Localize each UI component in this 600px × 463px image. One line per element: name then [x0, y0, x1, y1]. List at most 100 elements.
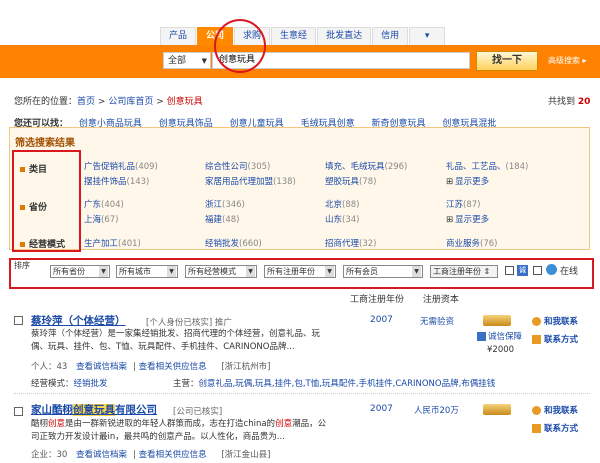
card-icon	[532, 335, 541, 344]
member-badge-icon	[483, 315, 511, 326]
result-capital: 无需验资	[420, 317, 455, 327]
breadcrumb-company-home-link[interactable]: 公司库首页	[108, 97, 153, 107]
filter-option[interactable]: 广告促销礼品(409)	[84, 160, 158, 172]
contact-info-button[interactable]: 联系方式	[532, 422, 578, 434]
chat-icon	[532, 317, 541, 326]
online-checkbox[interactable]	[533, 266, 542, 275]
filter-option[interactable]: 北京(88)	[325, 198, 359, 210]
result-title-link[interactable]: 蔡玲萍（个体经营）	[31, 313, 126, 328]
chevron-down-icon: ▼	[201, 57, 207, 65]
filter-option[interactable]: 塑胶玩具(78)	[325, 175, 376, 187]
result-verification: [公司已核实]	[173, 407, 223, 417]
result-meta: 企业：30 查看诚信档案 | 查看相关供应信息 [浙江金山县]	[31, 450, 271, 460]
chevron-down-icon: ▼	[246, 266, 255, 277]
chevron-down-icon: ▼	[99, 266, 108, 277]
contact-me-button[interactable]: 和我联系	[532, 315, 578, 327]
result-checkbox[interactable]	[14, 316, 23, 325]
result-meta: 个人：43 查看诚信档案 | 查看相关供应信息 [浙江杭州市]	[31, 362, 271, 372]
filter-option[interactable]: 江苏(87)	[446, 198, 480, 210]
result-checkbox[interactable]	[14, 407, 23, 416]
register-year-select[interactable]: 所有注册年份 ▼	[264, 265, 336, 278]
breadcrumb-separator: >	[156, 97, 164, 107]
card-icon	[532, 424, 541, 433]
member-badge-icon	[483, 404, 511, 415]
result-main-products: 主营：创意礼品,玩偶,玩具,挂件,包,T恤,玩具配件,手机挂件,CARINONO…	[173, 379, 496, 389]
breadcrumb: 您所在的位置：首页 > 公司库首页 > 创意玩具	[14, 94, 203, 107]
advanced-search-link[interactable]: 高级搜索 ▸	[548, 55, 587, 66]
filter-option[interactable]: 礼品、工艺品、(184)	[446, 160, 528, 172]
province-select[interactable]: 所有省份 ▼	[50, 265, 110, 278]
result-description: 酷栩创意是由一群新锐进取的年轻人群策而成，志在打造china的创意潮品，公 司正…	[31, 419, 327, 442]
filter-option[interactable]: 浙江(346)	[205, 198, 245, 210]
show-more-province[interactable]: 显示更多	[446, 213, 489, 225]
trust-icon: 诚	[517, 265, 528, 276]
trust-deposit: ¥2000	[487, 345, 515, 355]
result-count-label: 共找到	[548, 97, 576, 107]
member-select[interactable]: 所有会员 ▼	[343, 265, 423, 278]
tab-business[interactable]: 生意经	[271, 27, 317, 45]
tab-wholesale[interactable]: 批发直达	[317, 27, 372, 45]
category-select[interactable]: 全部 ▼	[163, 52, 211, 69]
filter-option[interactable]: 商业服务(76)	[446, 237, 497, 249]
result-year: 2007	[370, 404, 393, 414]
result-business-mode: 经营模式：经销批发	[31, 379, 108, 389]
filter-option[interactable]: 招商代理(32)	[325, 237, 376, 249]
filter-option[interactable]: 填充、毛绒玩具(296)	[325, 160, 407, 172]
trust-guarantee[interactable]: 诚信保障	[477, 330, 522, 342]
sort-register-year-button[interactable]: 工商注册年份 ⇕	[430, 265, 498, 278]
result-title-link[interactable]: 家山酷栩创意玩具有限公司	[31, 402, 157, 417]
business-mode-select[interactable]: 所有经营模式 ▼	[185, 265, 257, 278]
chevron-down-icon: ▼	[325, 266, 334, 277]
result-year: 2007	[370, 315, 393, 325]
column-capital: 注册资本	[422, 295, 459, 305]
result-count: 共找到 20	[548, 94, 590, 107]
filter-option[interactable]: 福建(48)	[205, 213, 239, 225]
result-count-value: 20	[577, 97, 591, 107]
filter-option[interactable]: 摆挂件饰品(143)	[84, 175, 149, 187]
filter-label-province: 省份	[20, 200, 47, 213]
result-verification: [个人身份已核实] 推广	[146, 318, 232, 328]
filter-option[interactable]: 经销批发(660)	[205, 237, 262, 249]
filter-label-business-mode: 经营模式	[20, 237, 65, 250]
online-icon	[546, 264, 557, 275]
tab-credit[interactable]: 信用	[372, 27, 409, 45]
chevron-down-icon: ▼	[412, 266, 421, 277]
filter-label-category: 类目	[20, 162, 47, 175]
sort-label: 排序	[14, 261, 30, 270]
breadcrumb-prefix: 您所在的位置：	[14, 97, 78, 107]
annotation-circle	[214, 19, 266, 73]
contact-me-button[interactable]: 和我联系	[532, 404, 578, 416]
credit-file-link[interactable]: 查看诚信档案	[76, 362, 127, 372]
chat-icon	[532, 406, 541, 415]
filter-option[interactable]: 山东(34)	[325, 213, 359, 225]
filter-panel-title: 筛选搜索结果	[15, 138, 75, 149]
category-select-value: 全部	[168, 56, 187, 66]
show-more-category[interactable]: 显示更多	[446, 175, 489, 187]
filter-option[interactable]: 广东(404)	[84, 198, 124, 210]
breadcrumb-separator: >	[97, 97, 106, 107]
filter-option[interactable]: 上海(67)	[84, 213, 118, 225]
filter-option[interactable]: 家居用品代理加盟(138)	[205, 175, 296, 187]
filter-option[interactable]: 综合性公司(305)	[205, 160, 270, 172]
result-capital: 人民币20万	[414, 406, 459, 416]
contact-info-button[interactable]: 联系方式	[532, 333, 578, 345]
top-tabs: 产品 公司 求购 生意经 批发直达 信用 ▾	[160, 27, 446, 45]
filter-checkbox[interactable]	[505, 266, 514, 275]
breadcrumb-home-link[interactable]: 首页	[77, 97, 95, 107]
city-select[interactable]: 所有城市 ▼	[116, 265, 178, 278]
filter-panel	[9, 127, 590, 250]
tab-more-dropdown[interactable]: ▾	[409, 27, 446, 45]
breadcrumb-current: 创意玩具	[166, 97, 203, 107]
online-label: 在线	[560, 267, 579, 277]
filter-option[interactable]: 生产加工(401)	[84, 237, 141, 249]
result-column-headers: 工商注册年份 注册资本	[350, 292, 475, 305]
related-supply-link[interactable]: 查看相关供应信息	[139, 450, 207, 460]
column-register-year: 工商注册年份	[350, 295, 405, 305]
credit-file-link[interactable]: 查看诚信档案	[76, 450, 127, 460]
search-button[interactable]: 找一下	[476, 51, 538, 71]
tab-products[interactable]: 产品	[160, 27, 197, 45]
related-supply-link[interactable]: 查看相关供应信息	[139, 362, 207, 372]
chevron-down-icon: ▼	[167, 266, 176, 277]
result-divider	[14, 393, 590, 394]
result-description: 蔡玲萍（个体经营）是一家集经销批发、招商代理的个体经营，创意礼品、玩 偶、玩具、…	[31, 329, 321, 352]
